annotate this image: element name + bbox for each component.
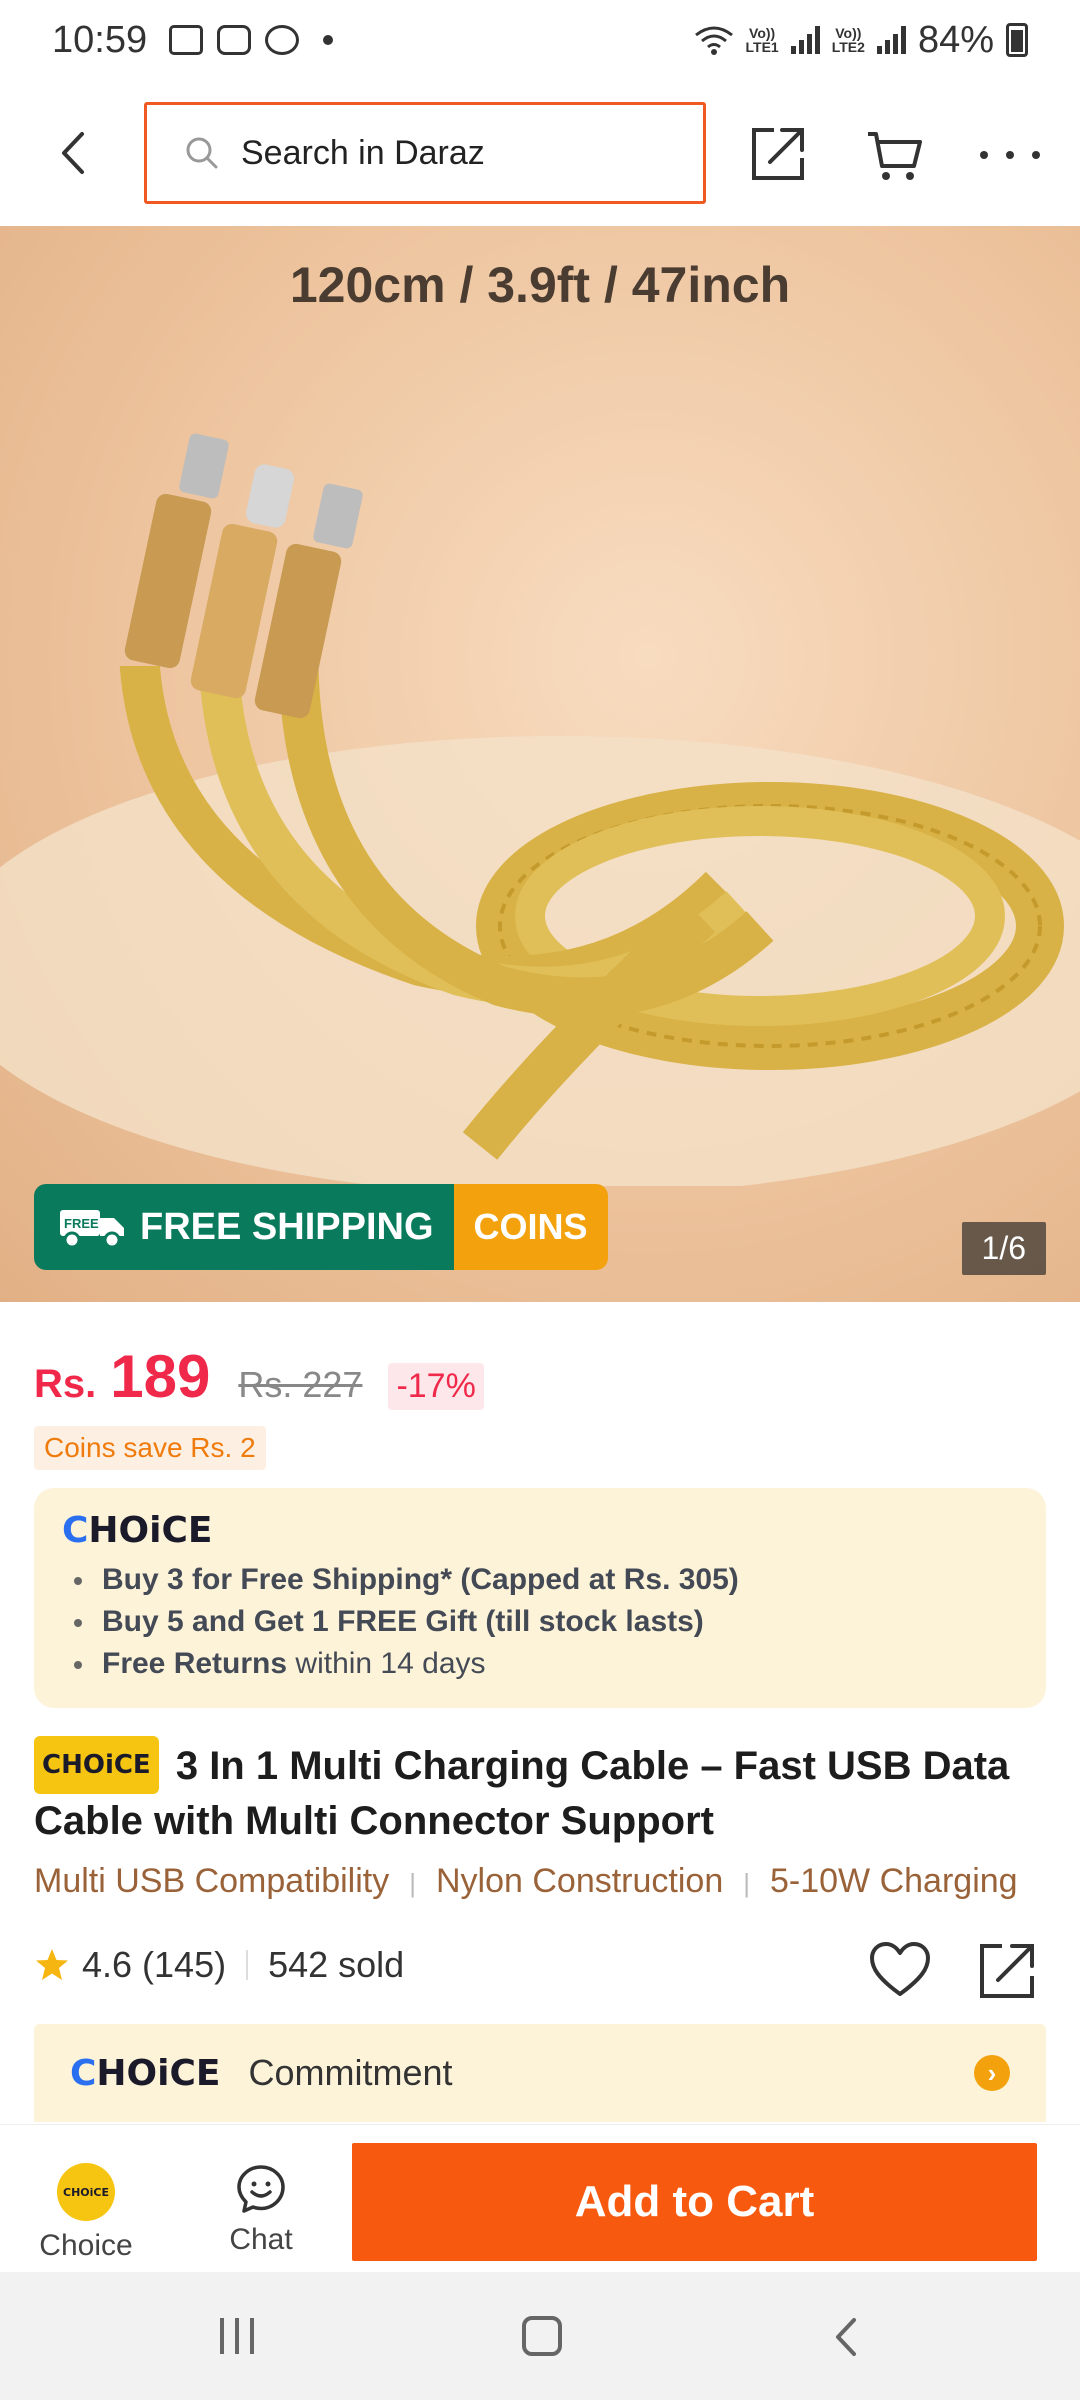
product-title: CHOiCE 3 In 1 Multi Charging Cable – Fas… — [34, 1736, 1046, 1848]
current-price: 189 — [110, 1343, 211, 1410]
add-to-cart-button[interactable]: Add to Cart — [352, 2143, 1037, 2261]
choice-logo: CHOiCE — [70, 2053, 221, 2094]
sold-count: 542 sold — [268, 1944, 405, 1985]
perk-text: Buy 5 and Get 1 FREE Gift (till stock la… — [102, 1605, 704, 1638]
feature-tags: Multi USB Compatibility | Nylon Constructi… — [34, 1862, 1080, 1901]
feature-divider: | — [743, 1868, 750, 1898]
perk-detail: within 14 days — [287, 1647, 486, 1680]
review-count: (145) — [142, 1944, 227, 1985]
signal-2-icon — [876, 26, 906, 54]
sim2-label: Vo)) LTE2 — [832, 26, 865, 54]
feature-tag: 5-10W Charging — [770, 1862, 1018, 1900]
more-notifications-icon — [323, 35, 334, 45]
choice-perk: Buy 3 for Free Shipping* (Capped at Rs. … — [62, 1559, 1018, 1601]
heart-icon[interactable] — [868, 1940, 932, 2000]
product-image-carousel[interactable]: 120cm / 3.9ft / 47inch FREE FREE SHIPPIN… — [0, 226, 1080, 1302]
choice-commitment-row[interactable]: CHOiCE Commitment › — [34, 2024, 1046, 2122]
system-icons: Vo)) LTE1 Vo)) LTE2 84% — [694, 19, 1028, 62]
perk-text: Free Returns — [102, 1647, 288, 1680]
battery-icon — [1006, 23, 1028, 57]
choice-logo-c: C — [70, 2052, 97, 2094]
search-icon — [186, 137, 218, 169]
app-notification-icon — [265, 25, 300, 55]
more-options-icon[interactable] — [980, 130, 1040, 180]
choice-logo-text: HOiCE — [96, 2052, 221, 2094]
signal-1-icon — [790, 26, 820, 54]
choice-logo-text: HOiCE — [88, 1510, 213, 1551]
system-nav-bar — [0, 2272, 1080, 2400]
back-arrow-icon[interactable] — [50, 128, 100, 178]
chat-button[interactable]: Chat — [206, 2163, 316, 2257]
free-shipping-badge: FREE FREE SHIPPING — [34, 1184, 454, 1270]
choice-button[interactable]: CHOiCE Choice — [24, 2163, 148, 2263]
notification-icons — [169, 25, 334, 55]
image-counter: 1/6 — [961, 1222, 1046, 1275]
volte-label: Vo)) — [835, 25, 862, 41]
free-shipping-label: FREE SHIPPING — [140, 1205, 434, 1248]
choice-perk: Buy 5 and Get 1 FREE Gift (till stock la… — [62, 1601, 1018, 1643]
volte-label: Vo)) — [749, 25, 776, 41]
connector-heads — [124, 433, 363, 719]
sim1-label: Vo)) LTE1 — [746, 26, 779, 54]
share-icon[interactable] — [976, 1940, 1038, 2002]
status-bar: 10:59 Vo)) LTE1 Vo)) LTE2 84% — [0, 0, 1080, 80]
delivery-truck-icon: FREE — [60, 1210, 124, 1249]
feature-tag: Multi USB Compatibility — [34, 1862, 390, 1900]
feature-divider: | — [409, 1868, 416, 1898]
price-row: Rs. 189 Rs. 227 -17% — [34, 1342, 484, 1411]
coins-save-label: Coins save Rs. 2 — [34, 1426, 266, 1470]
search-placeholder: Search in Daraz — [241, 133, 485, 172]
choice-perk: Free Returns within 14 days — [62, 1643, 1018, 1685]
home-icon[interactable] — [522, 2316, 562, 2356]
rating-row[interactable]: 4.6 (145) 542 sold — [34, 1944, 404, 1986]
product-title-text: 3 In 1 Multi Charging Cable – Fast USB D… — [34, 1744, 1010, 1843]
bottom-action-bar: CHOiCE Choice Chat Add to Cart — [0, 2124, 1080, 2272]
choice-benefits-box[interactable]: CHOiCE Buy 3 for Free Shipping* (Capped … — [34, 1488, 1046, 1708]
play-notification-icon — [217, 25, 252, 55]
original-price: Rs. 227 — [238, 1364, 363, 1405]
choice-logo-c: C — [62, 1510, 89, 1551]
nav-back-icon[interactable] — [826, 2316, 866, 2358]
commitment-label: Commitment — [248, 2052, 453, 2093]
gallery-notification-icon — [169, 25, 204, 55]
discount-badge: -17% — [388, 1363, 484, 1410]
coins-badge: COINS — [453, 1184, 608, 1270]
cart-icon[interactable] — [864, 124, 924, 184]
chevron-right-icon[interactable]: › — [974, 2055, 1010, 2091]
status-time: 10:59 — [52, 18, 148, 61]
chat-icon — [237, 2165, 285, 2213]
choice-tag: CHOiCE — [34, 1736, 159, 1794]
image-caption: 120cm / 3.9ft / 47inch — [289, 257, 791, 313]
search-input[interactable]: Search in Daraz — [144, 102, 706, 204]
feature-tag: Nylon Construction — [435, 1862, 724, 1900]
free-shipping-coins-badge: FREE FREE SHIPPING COINS — [34, 1184, 608, 1270]
battery-percent: 84% — [917, 18, 994, 61]
rating-divider — [246, 1950, 249, 1980]
rating-value: 4.6 — [82, 1944, 133, 1985]
star-icon — [36, 1949, 68, 1980]
price-currency: Rs. — [34, 1362, 97, 1406]
choice-logo: CHOiCE — [62, 1510, 1018, 1551]
choice-label: Choice — [39, 2229, 133, 2262]
choice-badge-icon: CHOiCE — [57, 2163, 115, 2221]
choice-perks-list: Buy 3 for Free Shipping* (Capped at Rs. … — [62, 1559, 1018, 1685]
top-header: Search in Daraz — [0, 80, 1080, 226]
share-icon[interactable] — [748, 124, 808, 184]
wifi-icon — [694, 26, 733, 55]
recent-apps-icon[interactable] — [220, 2318, 254, 2354]
lte2-label: LTE2 — [831, 39, 865, 55]
chat-label: Chat — [229, 2223, 293, 2256]
lte1-label: LTE1 — [745, 39, 779, 55]
perk-text: Buy 3 for Free Shipping* (Capped at Rs. … — [102, 1563, 739, 1596]
free-tag: FREE — [64, 1216, 99, 1231]
